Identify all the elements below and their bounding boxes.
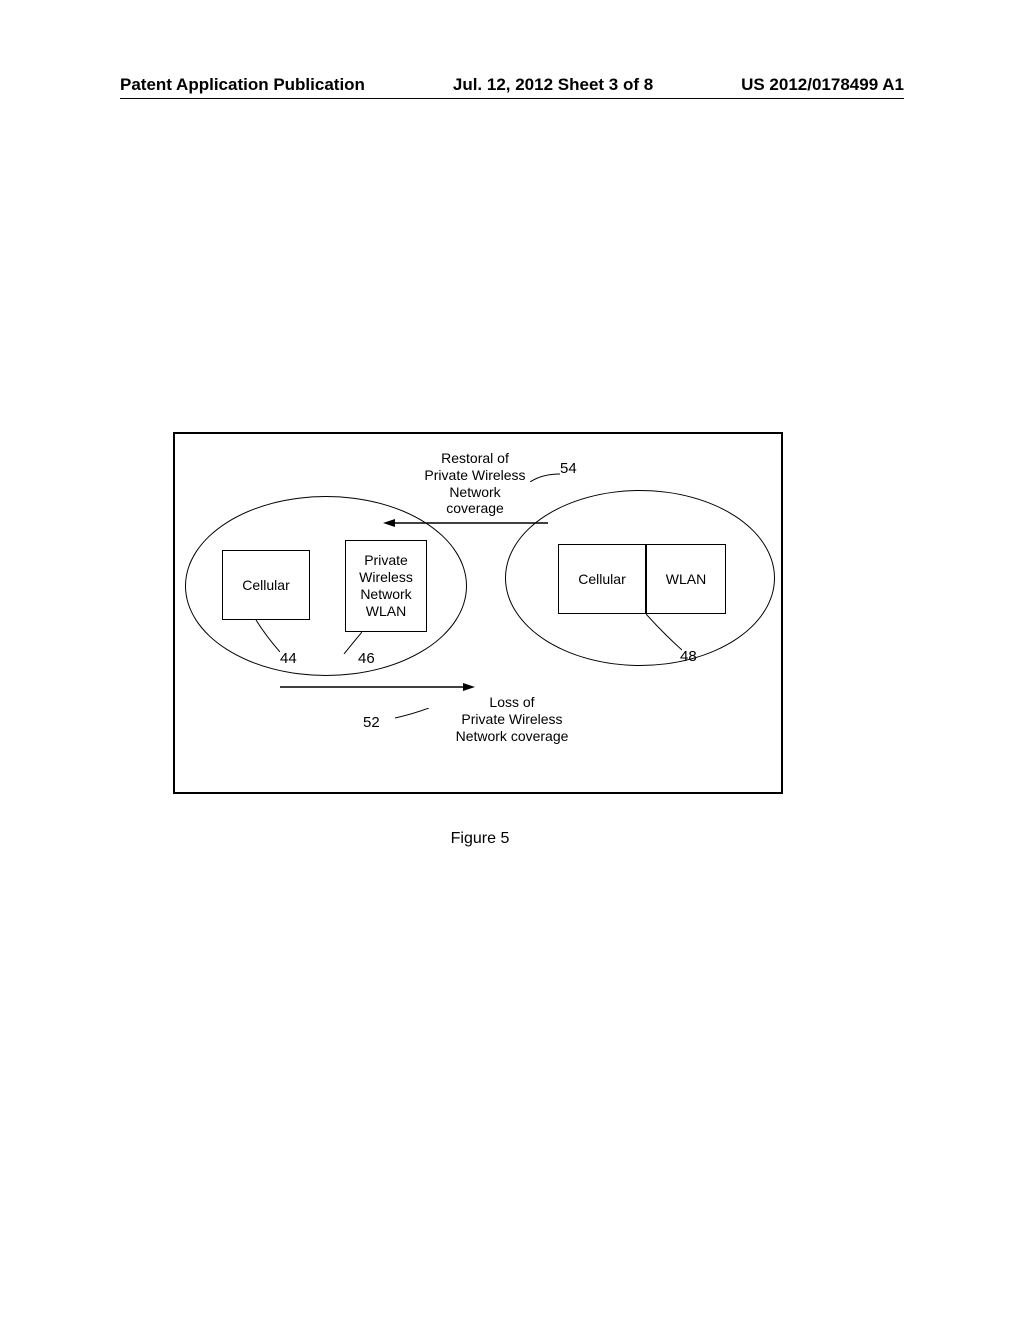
box-wlan: WLAN (646, 544, 726, 614)
ref-52: 52 (363, 714, 380, 731)
box-cellular-right: Cellular (558, 544, 646, 614)
arrow-restoral (383, 516, 548, 530)
header-rule (120, 98, 904, 99)
box-private-wireless-network-wlan: PrivateWirelessNetworkWLAN (345, 540, 427, 632)
restoral-label: Restoral ofPrivate WirelessNetworkcovera… (405, 450, 545, 517)
ref-46: 46 (358, 650, 375, 667)
ref-44: 44 (280, 650, 297, 667)
box-cellular-left: Cellular (222, 550, 310, 620)
arrow-loss (280, 680, 475, 694)
page-header: Patent Application Publication Jul. 12, … (0, 75, 1024, 95)
ref-48: 48 (680, 648, 697, 665)
header-left: Patent Application Publication (120, 75, 365, 95)
loss-label: Loss ofPrivate WirelessNetwork coverage (432, 694, 592, 744)
ref-54: 54 (560, 460, 577, 477)
header-center: Jul. 12, 2012 Sheet 3 of 8 (453, 75, 653, 95)
header-right: US 2012/0178499 A1 (741, 75, 904, 95)
figure-caption: Figure 5 (0, 830, 960, 848)
